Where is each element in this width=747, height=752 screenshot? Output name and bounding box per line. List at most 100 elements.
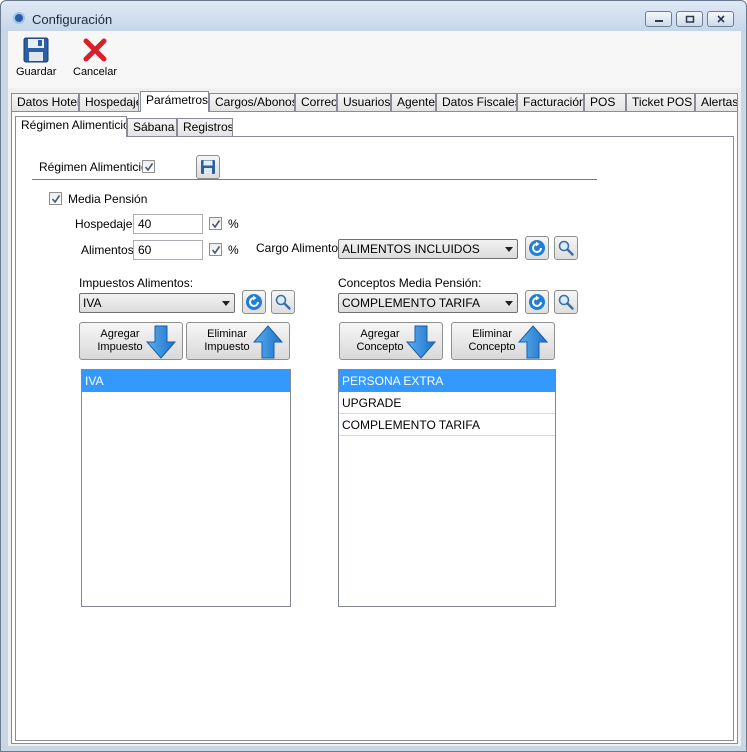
regimen-checkbox[interactable] <box>142 160 155 173</box>
save-button[interactable]: Guardar <box>16 37 56 78</box>
main-tabs: Datos Hotel Hospedaje Parámetros Cargos/… <box>11 91 738 112</box>
tab-alertas[interactable]: Alertas <box>695 93 738 111</box>
remove-concepto-line1: Eliminar <box>472 328 512 340</box>
list-item[interactable]: PERSONA EXTRA <box>339 370 555 392</box>
tab-datos-hotel[interactable]: Datos Hotel <box>11 93 79 111</box>
refresh-icon <box>529 294 545 310</box>
cancel-x-icon <box>83 38 107 62</box>
floppy-disk-icon <box>23 37 49 63</box>
refresh-icon <box>529 240 545 256</box>
list-item[interactable]: UPGRADE <box>339 392 555 414</box>
maximize-button[interactable] <box>676 11 703 27</box>
conceptos-selected-value: COMPLEMENTO TARIFA <box>342 296 481 310</box>
floppy-disk-icon <box>201 160 215 174</box>
save-label: Guardar <box>16 66 57 78</box>
regimen-label: Régimen Alimenticio <box>39 160 148 174</box>
list-item[interactable]: IVA <box>82 370 290 392</box>
list-item[interactable]: COMPLEMENTO TARIFA <box>339 414 555 436</box>
tab-registros[interactable]: Registros <box>177 118 233 136</box>
conceptos-select[interactable]: COMPLEMENTO TARIFA <box>338 293 518 313</box>
impuestos-selected-value: IVA <box>83 296 102 310</box>
refresh-icon <box>246 294 262 310</box>
tab-agente[interactable]: Agente <box>391 93 436 111</box>
alimentos-label: Alimentos <box>81 243 134 257</box>
minimize-icon <box>654 20 663 22</box>
parametros-panel: Régimen Alimenticio Sábana Registros Rég… <box>11 111 738 744</box>
add-concepto-line2: Concepto <box>356 341 404 353</box>
close-icon <box>716 15 725 23</box>
arrow-up-icon <box>518 325 548 359</box>
tab-correo[interactable]: Correo <box>295 93 337 111</box>
arrow-up-icon <box>253 325 283 359</box>
cargo-alimento-value: ALIMENTOS INCLUIDOS <box>342 242 480 256</box>
tab-ticket-pos[interactable]: Ticket POS <box>626 93 695 111</box>
add-concepto-text: Agregar Concepto <box>348 328 412 354</box>
cargo-alimento-select[interactable]: ALIMENTOS INCLUIDOS <box>338 239 518 259</box>
tab-usuarios[interactable]: Usuarios <box>337 93 391 111</box>
save-regimen-button[interactable] <box>196 155 220 179</box>
sub-tabs: Régimen Alimenticio Sábana Registros <box>15 116 415 137</box>
cancel-button[interactable]: Cancelar <box>73 37 117 78</box>
tab-cargos-abonos[interactable]: Cargos/Abonos <box>209 93 295 111</box>
remove-impuesto-line1: Eliminar <box>207 328 247 340</box>
refresh-cargo-button[interactable] <box>525 236 549 260</box>
tab-pos[interactable]: POS <box>584 93 626 111</box>
add-impuesto-text: Agregar Impuesto <box>88 328 152 354</box>
search-icon <box>558 294 574 310</box>
hospedaje-input[interactable]: 40 <box>133 214 203 234</box>
checkmark-icon <box>144 163 154 172</box>
dropdown-arrow-icon <box>505 301 513 306</box>
hospedaje-percent-symbol: % <box>228 217 239 231</box>
alimentos-percent-symbol: % <box>228 243 239 257</box>
search-conceptos-button[interactable] <box>554 290 578 314</box>
search-icon <box>558 240 574 256</box>
separator-line <box>32 179 597 180</box>
remove-impuesto-line2: Impuesto <box>204 341 250 353</box>
alimentos-percent-checkbox[interactable] <box>209 243 222 256</box>
conceptos-list[interactable]: PERSONA EXTRA UPGRADE COMPLEMENTO TARIFA <box>338 369 556 607</box>
refresh-conceptos-button[interactable] <box>525 290 549 314</box>
window-title: Configuración <box>32 12 113 27</box>
dropdown-arrow-icon <box>505 247 513 252</box>
impuestos-label: Impuestos Alimentos: <box>79 276 194 290</box>
hospedaje-percent-checkbox[interactable] <box>209 217 222 230</box>
tab-regimen-alimenticio[interactable]: Régimen Alimenticio <box>15 116 127 137</box>
add-concepto-button[interactable]: Agregar Concepto <box>339 322 443 360</box>
checkmark-icon <box>51 195 61 204</box>
arrow-down-icon <box>406 325 436 359</box>
minimize-button[interactable] <box>645 11 672 27</box>
search-cargo-button[interactable] <box>554 236 578 260</box>
tab-hospedaje[interactable]: Hospedaje <box>79 93 139 111</box>
remove-concepto-line2: Concepto <box>468 341 516 353</box>
conceptos-label: Conceptos Media Pensión: <box>338 276 482 290</box>
tab-parametros[interactable]: Parámetros <box>140 91 209 112</box>
remove-impuesto-button[interactable]: Eliminar Impuesto <box>186 322 290 360</box>
arrow-down-icon <box>146 325 176 359</box>
client-area: Guardar Cancelar Datos Hotel Hospedaje P… <box>8 31 741 746</box>
restore-icon <box>685 15 694 23</box>
tab-sabana[interactable]: Sábana <box>127 118 177 136</box>
search-icon <box>275 294 291 310</box>
tab-facturacion[interactable]: Facturación <box>517 93 584 111</box>
cancel-label: Cancelar <box>73 66 118 78</box>
search-impuestos-button[interactable] <box>271 290 295 314</box>
dropdown-arrow-icon <box>222 301 230 306</box>
media-pension-label: Media Pensión <box>68 192 148 206</box>
refresh-impuestos-button[interactable] <box>242 290 266 314</box>
regimen-panel: Régimen Alimenticio Media Pensión Hosped… <box>15 136 734 741</box>
add-impuesto-button[interactable]: Agregar Impuesto <box>79 322 183 360</box>
hospedaje-label: Hospedaje <box>75 217 133 231</box>
tab-datos-fiscales[interactable]: Datos Fiscales <box>436 93 517 111</box>
impuestos-select[interactable]: IVA <box>79 293 235 313</box>
remove-impuesto-text: Eliminar Impuesto <box>195 328 259 354</box>
configuracion-window: Configuración Guardar Cancelar Datos Hot… <box>0 0 747 752</box>
impuestos-list[interactable]: IVA <box>81 369 291 607</box>
app-icon <box>13 12 25 24</box>
remove-concepto-button[interactable]: Eliminar Concepto <box>451 322 555 360</box>
alimentos-input[interactable]: 60 <box>133 240 203 260</box>
title-bar[interactable]: Configuración <box>1 1 746 31</box>
checkmark-icon <box>211 220 221 229</box>
close-window-button[interactable] <box>707 11 734 27</box>
media-pension-checkbox[interactable] <box>49 192 62 205</box>
add-impuesto-line2: Impuesto <box>97 341 143 353</box>
